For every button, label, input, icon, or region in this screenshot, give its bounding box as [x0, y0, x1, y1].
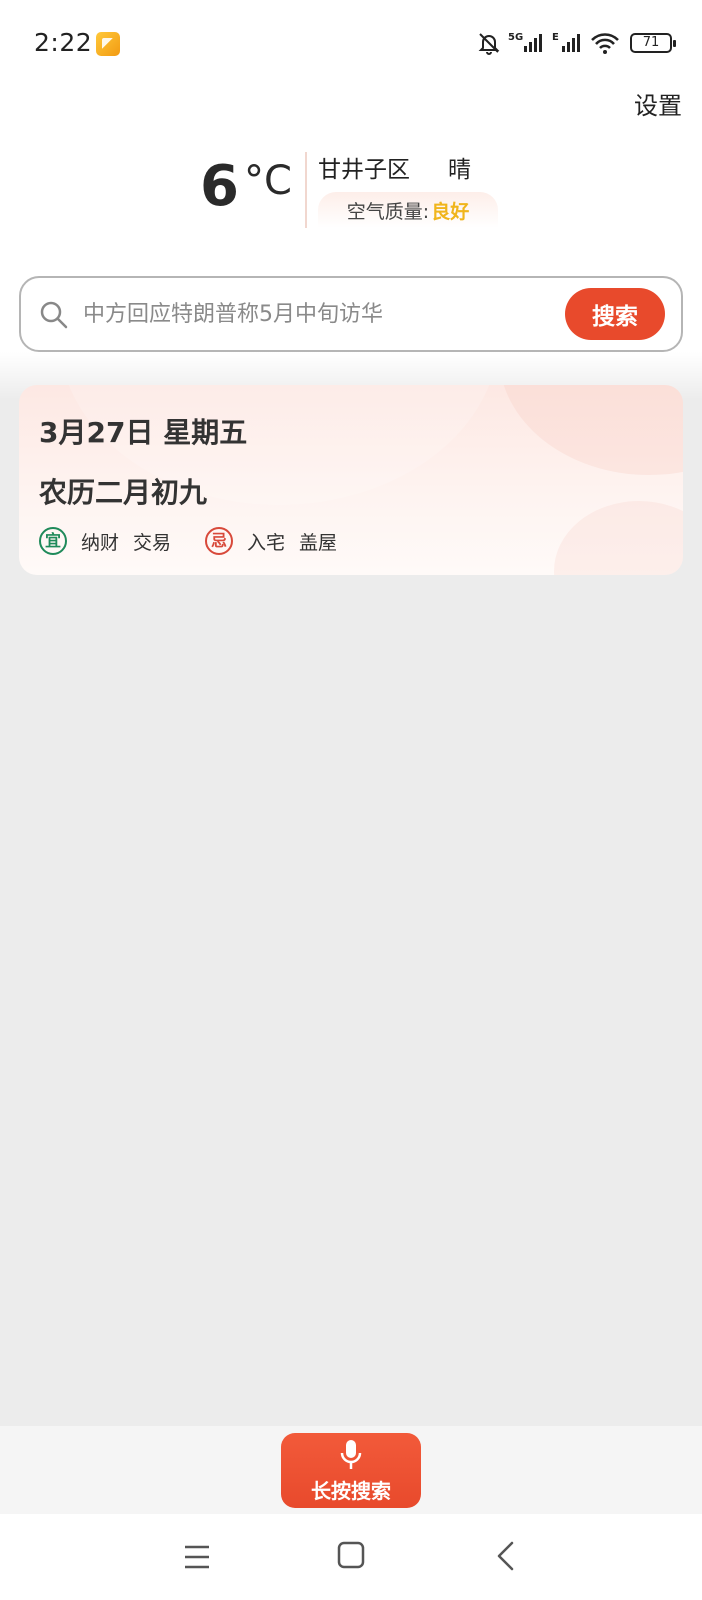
signal-icon-2: E: [552, 32, 580, 52]
status-icons: 5G E 71: [476, 26, 676, 60]
aqi-label: 空气质量:: [346, 200, 430, 223]
weather-condition: 晴: [448, 157, 471, 183]
aqi-value: 良好: [431, 200, 470, 223]
menu-icon[interactable]: [182, 1544, 212, 1570]
good-item: 交易: [133, 531, 172, 554]
bad-item: 盖屋: [299, 531, 338, 554]
network-type-label-2: E: [552, 32, 559, 43]
search-bar[interactable]: 搜索: [19, 276, 683, 352]
status-bar: 2:22 5G E 71: [0, 0, 702, 90]
settings-link[interactable]: 设置: [634, 86, 682, 121]
calendar-date: 3月27日 星期五: [39, 416, 248, 449]
home-icon[interactable]: [336, 1540, 366, 1570]
app-notification-icon: [96, 32, 120, 56]
good-item: 纳财: [81, 531, 120, 554]
wifi-icon: [591, 33, 619, 54]
microphone-icon: [340, 1440, 362, 1469]
card-decoration: [554, 501, 683, 575]
temperature: 6: [200, 154, 239, 219]
good-seal-icon: 宜: [39, 527, 67, 555]
weather-widget[interactable]: 6 °C 甘井子区 晴 空气质量: 良好: [0, 150, 702, 230]
bad-item: 入宅: [247, 531, 286, 554]
back-icon[interactable]: [494, 1540, 518, 1572]
search-input[interactable]: [83, 292, 523, 336]
battery-icon: 71: [630, 33, 676, 53]
calendar-card[interactable]: 3月27日 星期五 农历二月初九 宜 纳财 交易 忌 入宅 盖屋: [19, 385, 683, 575]
network-type-label: 5G: [508, 32, 523, 43]
system-nav-bar: [0, 1514, 702, 1600]
almanac-row: 宜 纳财 交易 忌 入宅 盖屋: [39, 527, 337, 555]
signal-icon: 5G: [508, 32, 542, 52]
lunar-date: 农历二月初九: [39, 476, 208, 509]
voice-search-label: 长按搜索: [311, 1479, 391, 1503]
voice-search-button[interactable]: 长按搜索: [281, 1433, 421, 1508]
weather-divider: [305, 152, 307, 228]
search-icon: [40, 301, 68, 329]
bad-seal-icon: 忌: [205, 527, 234, 555]
air-quality-badge: 空气质量: 良好: [318, 192, 498, 228]
location: 甘井子区: [318, 157, 410, 183]
temperature-unit: °C: [244, 158, 292, 204]
search-button[interactable]: 搜索: [565, 288, 665, 340]
status-time: 2:22: [34, 28, 93, 57]
bell-muted-icon: [478, 33, 500, 55]
card-decoration: [499, 385, 683, 475]
